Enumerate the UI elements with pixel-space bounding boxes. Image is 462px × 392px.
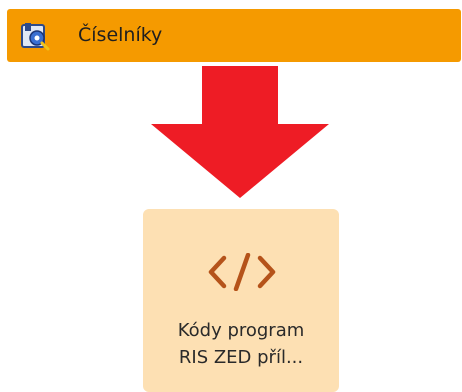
code-brackets-glyph bbox=[208, 253, 276, 291]
tile-label-line-2: RIS ZED příl... bbox=[178, 347, 304, 368]
code-brackets-icon bbox=[208, 253, 276, 291]
menu-item-ciselniky[interactable]: Číselníky bbox=[7, 9, 461, 62]
tile-label: Kódy program RIS ZED příl... bbox=[143, 317, 339, 371]
arrow-shape bbox=[151, 66, 329, 198]
app-tile-kody-program[interactable]: Kódy program RIS ZED příl... bbox=[143, 209, 339, 392]
settings-folder-icon bbox=[21, 23, 50, 51]
arrow-down-icon bbox=[151, 66, 329, 198]
tile-label-line-1: Kódy program bbox=[177, 320, 305, 341]
menu-item-label: Číselníky bbox=[78, 24, 163, 46]
